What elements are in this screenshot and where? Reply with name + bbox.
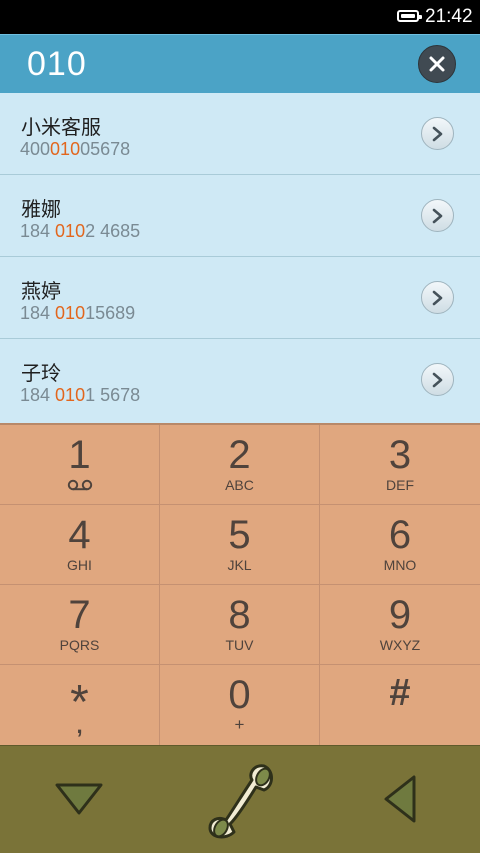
contact-row[interactable]: 雅娜 184 0102 4685: [0, 175, 480, 257]
key-letters: PQRS: [59, 637, 100, 653]
key-digit: 0: [228, 673, 251, 717]
key-digit: 6: [388, 513, 412, 557]
dialed-number[interactable]: 010: [27, 45, 87, 84]
contact-detail-button[interactable]: [421, 117, 454, 150]
key-digit: 7: [68, 593, 91, 637]
contact-row[interactable]: 燕婷 184 01015689: [0, 257, 480, 339]
contact-name: 雅娜: [21, 197, 61, 221]
contact-detail-button[interactable]: [421, 199, 454, 232]
key-letters: JKL: [227, 557, 252, 573]
key-letters: ,: [76, 713, 83, 738]
key-letters: WXYZ: [379, 637, 421, 653]
key-7[interactable]: 7 PQRS: [0, 585, 160, 665]
contact-number: 184 01015689: [20, 303, 136, 323]
key-digit: 2: [228, 433, 251, 477]
contact-detail-button[interactable]: [421, 363, 454, 396]
contact-number: 184 0101 5678: [20, 385, 141, 405]
triangle-left-icon[interactable]: [382, 774, 418, 824]
dial-keypad: 1 2 ABC 3 DEF 4 GHI 5 JKL 6 MNO 7 PQRS 8…: [0, 423, 480, 745]
clear-button[interactable]: [418, 45, 456, 83]
key-1[interactable]: 1: [0, 425, 160, 505]
status-bar: 21:42: [0, 0, 480, 34]
contact-number: 40001005678: [20, 139, 131, 159]
key-0[interactable]: 0 +: [160, 665, 320, 745]
key-3[interactable]: 3 DEF: [320, 425, 480, 505]
key-digit: 8: [228, 593, 251, 637]
contact-name: 燕婷: [21, 279, 61, 303]
phone-handset-icon[interactable]: [204, 760, 276, 842]
contact-row[interactable]: 小米客服 40001005678: [0, 93, 480, 175]
key-letters: +: [234, 715, 245, 734]
key-4[interactable]: 4 GHI: [0, 505, 160, 585]
key-digit: 4: [68, 513, 91, 557]
key-digit: 3: [388, 433, 412, 477]
triangle-down-icon[interactable]: [54, 782, 104, 816]
key-letters: DEF: [386, 477, 414, 493]
key-digit: 5: [228, 513, 251, 557]
key-letters: TUV: [225, 637, 254, 653]
chevron-right-icon: [432, 126, 443, 142]
key-5[interactable]: 5 JKL: [160, 505, 320, 585]
contact-name: 小米客服: [21, 115, 101, 139]
key-digit: #: [389, 672, 411, 714]
key-letters: MNO: [383, 557, 417, 573]
key-6[interactable]: 6 MNO: [320, 505, 480, 585]
key-digit: 9: [388, 593, 412, 637]
contact-row[interactable]: 子玲 184 0101 5678: [0, 339, 480, 421]
voicemail-icon: [67, 479, 93, 491]
key-hash[interactable]: #: [320, 665, 480, 745]
key-9[interactable]: 9 WXYZ: [320, 585, 480, 665]
chevron-right-icon: [432, 372, 443, 388]
close-icon: [429, 56, 445, 72]
key-letters: GHI: [67, 557, 92, 573]
key-digit: 1: [68, 433, 91, 477]
key-letters: ABC: [225, 477, 254, 493]
dial-input-bar: 010: [0, 34, 480, 93]
dialer-action-bar: [0, 745, 480, 853]
contact-number: 184 0102 4685: [20, 221, 141, 241]
chevron-right-icon: [432, 208, 443, 224]
key-8[interactable]: 8 TUV: [160, 585, 320, 665]
contact-name: 子玲: [21, 361, 61, 385]
contact-results-list: 小米客服 40001005678 雅娜 184 0102 4685 燕婷 184…: [0, 93, 480, 423]
key-2[interactable]: 2 ABC: [160, 425, 320, 505]
chevron-right-icon: [432, 290, 443, 306]
key-star[interactable]: * ,: [0, 665, 160, 745]
battery-icon: [397, 10, 422, 22]
status-time: 21:42: [425, 6, 473, 27]
contact-detail-button[interactable]: [421, 281, 454, 314]
